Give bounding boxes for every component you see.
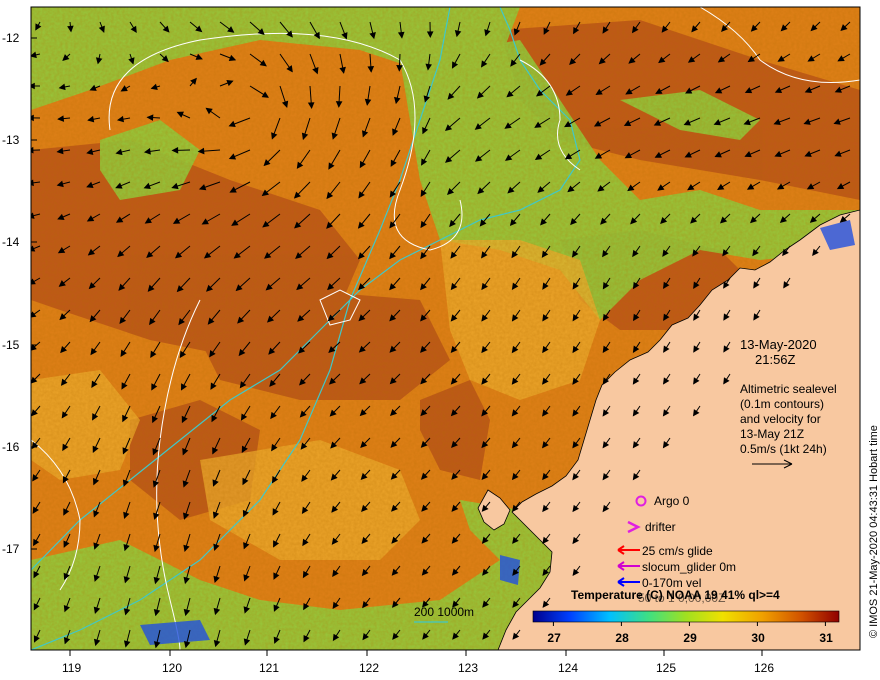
lon-tick-label: 125 [656, 661, 676, 675]
lon-axis: 119 120 121 122 123 124 125 126 [62, 650, 774, 675]
lon-tick-label: 121 [259, 661, 279, 675]
legend-slocum: slocum_glider 0m [642, 560, 736, 574]
colorbar-tick-label: 30 [751, 631, 765, 645]
lat-tick-label: -17 [2, 542, 20, 556]
colorbar-title: Temperature (C) NOAA 19 41% ql>=4 [571, 588, 780, 602]
lat-tick-label: -13 [2, 133, 20, 147]
colorbar-gradient [532, 610, 840, 623]
altimetry-line: 13-May 21Z [740, 427, 804, 441]
lat-tick-label: -16 [2, 440, 20, 454]
colorbar-tick-label: 31 [819, 631, 833, 645]
lon-tick-label: 123 [458, 661, 478, 675]
altimetry-line: 0.5m/s (1kt 24h) [740, 442, 827, 456]
altimetry-line: and velocity for [740, 412, 821, 426]
velocity-arrowhead [31, 146, 34, 154]
altimetry-line: (0.1m contours) [740, 397, 824, 411]
colorbar-tick-label: 29 [683, 631, 697, 645]
altimetry-line: Altimetric sealevel [740, 382, 837, 396]
legend-drifter: drifter [645, 520, 676, 534]
lon-tick-label: 124 [558, 661, 578, 675]
lat-tick-label: -12 [2, 31, 20, 45]
legend-argo: Argo 0 [654, 494, 690, 508]
credit-text: © IMOS 21-May-2020 04:43:31 Hobart time [868, 425, 880, 638]
lat-tick-label: -14 [2, 235, 20, 249]
depth-label: 200 1000m [414, 605, 474, 619]
colorbar-tick-label: 28 [615, 631, 629, 645]
lon-tick-label: 126 [754, 661, 774, 675]
map-time: 21:56Z [755, 352, 796, 367]
sst-map: -12 -13 -14 -15 -16 -17 119 120 121 122 … [2, 6, 880, 675]
lon-tick-label: 120 [162, 661, 182, 675]
map-date: 13-May-2020 [740, 337, 817, 352]
plot-area [31, 7, 860, 650]
lon-tick-label: 122 [359, 661, 379, 675]
velocity-arrowhead [31, 82, 35, 90]
colorbar-tick-label: 27 [547, 631, 561, 645]
lat-tick-label: -15 [2, 338, 20, 352]
lon-tick-label: 119 [62, 661, 81, 675]
legend-glide: 25 cm/s glide [642, 544, 713, 558]
